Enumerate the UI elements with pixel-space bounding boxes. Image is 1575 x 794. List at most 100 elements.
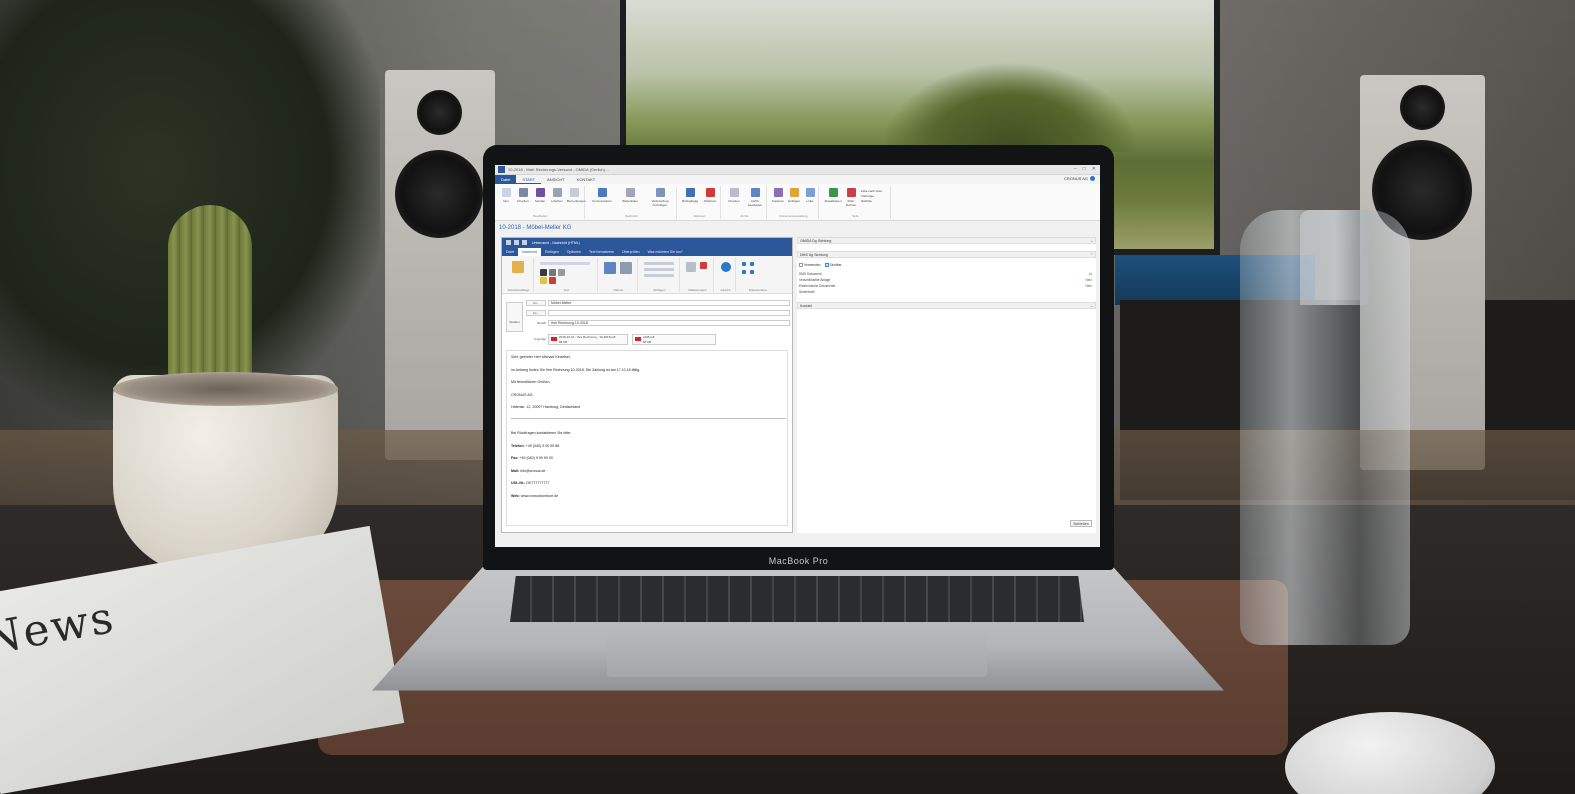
notes-button[interactable]: Bemerkungen [567,188,586,203]
attachment-chip[interactable]: 2018-10-01 - Ihre Rechnung - 10-2018.pdf… [548,334,628,345]
app-icon [498,166,505,173]
help-icon[interactable] [1090,176,1095,181]
ribbon-group-edit: Neu Drucken Senden Löschen Bemerkungen B… [497,186,586,219]
visible-checkbox[interactable]: Sichtbar [824,263,842,268]
mail-group-caption: Text [563,288,570,292]
minimize-icon[interactable]: – [1074,166,1077,172]
tab-file[interactable]: Datei [495,175,517,184]
attach-file-icon[interactable] [644,262,674,265]
font-selector-icon[interactable] [540,262,590,265]
undo-icon[interactable] [514,240,519,245]
check-names-icon[interactable] [620,262,632,274]
chevron-down-icon[interactable]: ⌄ [1090,238,1093,244]
high-importance-icon[interactable] [700,262,707,269]
ribbon-group-message: Kommentieren Weiterleiten Verknüpfung hi… [587,186,677,219]
address-book-icon[interactable] [604,262,616,274]
redo-icon[interactable] [522,240,527,245]
chevron-down-icon[interactable]: ⌄ [1090,303,1093,309]
mail-tab-tell-me[interactable]: Was möchten Sie tun? [644,248,687,256]
ribbon-group-page: Aktualisieren Filter löschen Zeile nach … [821,186,891,219]
mail-tab-format[interactable]: Text formatieren [585,248,618,256]
detail-row[interactable]: Serienbrief [799,290,1094,295]
mail-body[interactable]: Sehr geehrter Herr Michael Kinselsel, im… [506,350,788,526]
close-icon[interactable]: ✕ [1092,166,1096,172]
comment-icon [597,188,607,197]
panel-dms[interactable]: DMS Dg Sichtung ⌃ [797,251,1096,258]
docbox-icon[interactable] [750,270,754,274]
next-button[interactable]: Nächste [861,199,882,204]
page-nav-list: Zeile nach oben Vorherige Nächste [861,189,882,204]
chevron-up-icon[interactable]: ⌃ [1090,252,1093,258]
to-field[interactable]: Möbel-Meller [548,300,790,306]
forward-icon [625,188,635,197]
send-ribbon-button[interactable]: Senden [533,188,547,203]
send-button[interactable]: Senden [506,302,523,332]
cc-button[interactable]: Cc... [526,310,546,316]
cc-field[interactable] [548,310,790,316]
app-titlebar: 10-2018 - Mail: Rechnungs-Versand - OMID… [495,165,1100,175]
italic-icon[interactable] [549,269,556,276]
delete-button[interactable]: Löschen [550,188,564,203]
refresh-button[interactable]: Aktualisieren [823,188,843,203]
mail-tab-review[interactable]: Überprüfen [618,248,644,256]
bold-icon[interactable] [540,269,547,276]
detail-row[interactable]: Verschlüsselte Ablage Nein [799,278,1094,283]
tab-view[interactable]: ANSICHT [541,175,571,184]
copy-button[interactable]: Kopieren [771,188,785,203]
new-icon [501,188,511,197]
mail-tab-options[interactable]: Optionen [563,248,585,256]
mail-tab-message[interactable]: Nachricht [518,248,541,256]
underline-icon[interactable] [558,269,565,276]
mail-tab-insert[interactable]: Einfügen [541,248,563,256]
attach-item-icon[interactable] [644,268,674,271]
docbox-icon[interactable] [742,262,746,266]
mail-tabs: Datei Nachricht Einfügen Optionen Text f… [502,248,792,256]
print-button[interactable]: Drucken [516,188,530,203]
detail-row[interactable]: DMS Dokument Ja [799,272,1094,277]
links-icon [805,188,815,197]
copy-icon [773,188,783,197]
quick-access-toolbar [506,240,527,245]
link-icon [655,188,665,197]
comment-button[interactable]: Kommentieren [589,188,615,203]
attachment-chip[interactable]: AGB.pdf 55 KB [632,334,716,345]
tab-contact[interactable]: KONTAKT [571,175,602,184]
user-name: CRONUS AG [1063,176,1088,181]
signature-icon[interactable] [644,274,674,277]
paste-icon[interactable] [512,261,524,273]
detail-row[interactable]: Elektronische Dokumente Nein [799,284,1094,289]
forward-button[interactable]: Weiterleiten [617,188,643,203]
paste-button[interactable]: Einfügen [787,188,801,203]
mail-tab-file[interactable]: Datei [502,248,518,256]
attachments-label: Angefügt [533,337,546,341]
tab-start[interactable]: START [516,175,542,184]
save-icon[interactable] [506,240,511,245]
mail-ribbon: Zwischenablage Text Namen Einfügen Marki… [502,256,792,294]
panel-contact[interactable]: Kontakt ⌄ [797,302,1096,309]
archive-print-button[interactable]: Drucken [725,188,743,203]
maximize-icon[interactable]: □ [1083,166,1086,172]
close-button[interactable]: Schließen [1070,520,1092,527]
docbox-icon[interactable] [742,270,746,274]
user-chip[interactable]: CRONUS AG [1064,176,1095,181]
ribbon-group-caption: Aktionen [693,214,706,218]
paste-icon [789,188,799,197]
font-color-icon[interactable] [549,277,556,284]
panel-omida[interactable]: OMIDA Dg Sichtung ⌄ [797,237,1096,244]
use-checkbox[interactable]: Verwenden [799,263,821,268]
clear-filter-button[interactable]: Filter löschen [843,188,859,207]
follow-up-icon[interactable] [686,262,696,272]
undo-button[interactable]: Rückgängig [681,188,699,203]
add-link-button[interactable]: Verknüpfung hinzufügen [645,188,675,207]
docbox-icon[interactable] [750,262,754,266]
attachment-size: 55 KB [643,340,652,344]
window-controls: – □ ✕ [1074,166,1096,172]
links-button[interactable]: Links [803,188,817,203]
highlight-icon[interactable] [540,277,547,284]
to-button[interactable]: An... [526,300,546,306]
new-button[interactable]: Neu [499,188,513,203]
subject-field[interactable]: Ihre Rechnung 10-2018 [548,320,790,326]
reject-button[interactable]: Ablehnen [701,188,719,203]
archive-edit-button[interactable]: Archiv bearbeiten [745,188,765,207]
office-addins-icon[interactable] [721,262,731,272]
